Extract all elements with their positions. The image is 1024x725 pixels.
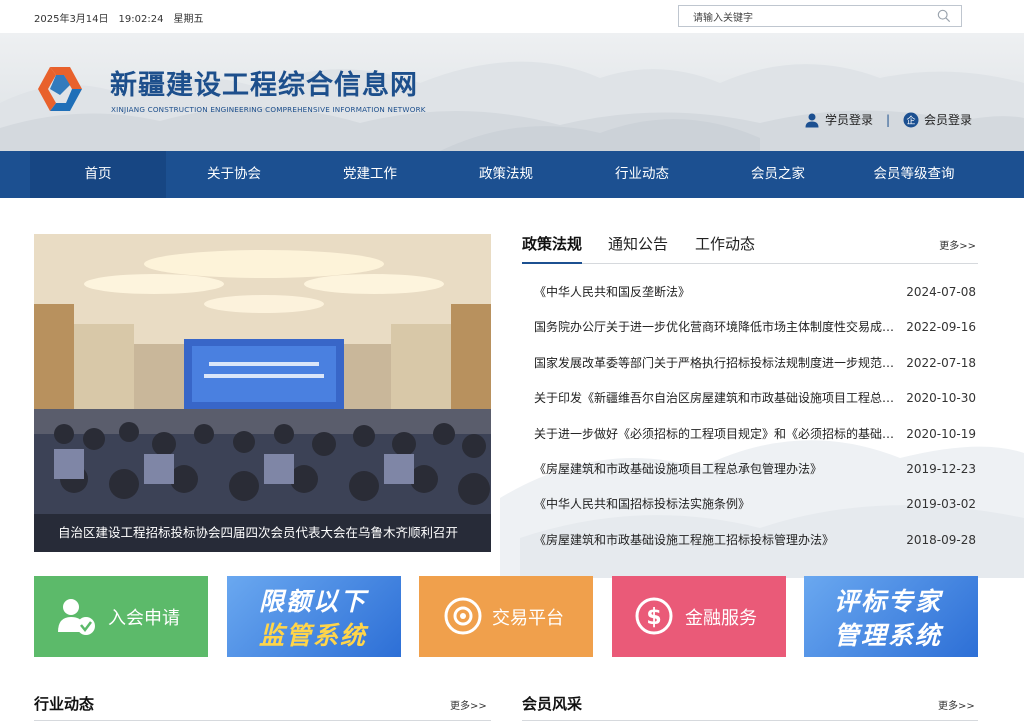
weekday-text: 星期五 bbox=[173, 14, 204, 25]
member-login-link[interactable]: 企 会员登录 bbox=[903, 111, 972, 128]
news-title: 关于印发《新疆维吾尔自治区房屋建筑和市政基础设施项目工程总承包管理办法》的通知 bbox=[534, 391, 900, 406]
dollar-icon: $ bbox=[635, 597, 673, 635]
time-text: 19:02:24 bbox=[118, 14, 164, 25]
tab-policy[interactable]: 政策法规 bbox=[522, 234, 583, 264]
site-title: 新疆建设工程综合信息网 bbox=[110, 70, 418, 101]
trading-platform-card[interactable]: 交易平台 bbox=[419, 576, 593, 657]
svg-text:企: 企 bbox=[906, 114, 915, 126]
news-date: 2020-10-30 bbox=[906, 391, 976, 406]
nav-about[interactable]: 关于协会 bbox=[166, 151, 302, 198]
members-more-link[interactable]: 更多>> bbox=[938, 697, 975, 712]
svg-text:$: $ bbox=[646, 605, 661, 630]
nav-members-home[interactable]: 会员之家 bbox=[710, 151, 846, 198]
trading-platform-label: 交易平台 bbox=[492, 608, 564, 629]
slider-caption[interactable]: 自治区建设工程招标投标协会四届四次会员代表大会在乌鲁木齐顺利召开 bbox=[34, 514, 491, 552]
news-date: 2024-07-08 bbox=[906, 285, 976, 299]
news-item[interactable]: 《中华人民共和国反垄断法》 2024-07-08 bbox=[522, 275, 978, 310]
news-item[interactable]: 关于印发《新疆维吾尔自治区房屋建筑和市政基础设施项目工程总承包管理办法》的通知 2… bbox=[522, 381, 978, 416]
news-item[interactable]: 国务院办公厅关于进一步优化营商环境降低市场主体制度性交易成本的意见 2022-09… bbox=[522, 310, 978, 345]
financial-services-label: 金融服务 bbox=[685, 608, 757, 629]
news-title: 关于进一步做好《必须招标的工程项目规定》和《必须招标的基础设施和公用事业项目范围… bbox=[534, 426, 900, 441]
news-slider-image[interactable]: 自治区建设工程招标投标协会四届四次会员代表大会在乌鲁木齐顺利召开 bbox=[34, 234, 491, 552]
news-item[interactable]: 关于进一步做好《必须招标的工程项目规定》和《必须招标的基础设施和公用事业项目范围… bbox=[522, 417, 978, 452]
member-showcase-title: 会员风采 bbox=[522, 695, 583, 713]
login-separator: | bbox=[886, 113, 891, 127]
date-text: 2025年3月14日 bbox=[34, 14, 109, 25]
quick-entry-cards: 入会申请 限额以下 监管系统 交易平台 $ 金融服务 评标专家 管理系统 bbox=[34, 576, 978, 657]
member-join-icon bbox=[58, 599, 95, 635]
student-login-link[interactable]: 学员登录 bbox=[804, 111, 873, 128]
news-title: 《房屋建筑和市政基础设施项目工程总承包管理办法》 bbox=[534, 461, 823, 476]
user-icon bbox=[805, 113, 819, 127]
financial-services-card[interactable]: $ 金融服务 bbox=[612, 576, 786, 657]
tab-work-news[interactable]: 工作动态 bbox=[695, 234, 755, 254]
expert-line1: 评标专家 bbox=[834, 587, 943, 616]
news-item[interactable]: 国家发展改革委等部门关于严格执行招标投标法规制度进一步规范招标投标主体行为的若干… bbox=[522, 346, 978, 381]
tab-notices[interactable]: 通知公告 bbox=[608, 234, 668, 254]
trade-icon bbox=[444, 597, 482, 635]
nav-member-level[interactable]: 会员等级查询 bbox=[846, 151, 982, 198]
supervision-line2: 监管系统 bbox=[259, 621, 368, 650]
news-date: 2019-12-23 bbox=[906, 461, 976, 476]
supervision-system-card[interactable]: 限额以下 监管系统 bbox=[227, 576, 401, 657]
top-bar: 2025年3月14日 19:02:24 星期五 bbox=[0, 0, 1024, 33]
news-item[interactable]: 《中华人民共和国招标投标法实施条例》 2019-03-02 bbox=[522, 487, 978, 522]
news-item[interactable]: 《房屋建筑和市政基础设施项目工程总承包管理办法》 2019-12-23 bbox=[522, 452, 978, 487]
site-subtitle: XINJIANG CONSTRUCTION ENGINEERING COMPRE… bbox=[111, 105, 426, 114]
industry-divider bbox=[34, 720, 491, 721]
news-date: 2018-09-28 bbox=[906, 532, 976, 547]
news-item[interactable]: 《房屋建筑和市政基础设施工程施工招标投标管理办法》 2018-09-28 bbox=[522, 523, 978, 558]
news-tabs: 政策法规 通知公告 工作动态 更多>> bbox=[522, 234, 978, 264]
search-icon[interactable] bbox=[937, 9, 951, 23]
members-divider bbox=[522, 720, 978, 721]
member-login-label: 会员登录 bbox=[924, 113, 973, 127]
join-application-card[interactable]: 入会申请 bbox=[34, 576, 208, 657]
expert-system-card[interactable]: 评标专家 管理系统 bbox=[804, 576, 978, 657]
member-badge-icon: 企 bbox=[903, 112, 919, 127]
site-header: 新疆建设工程综合信息网 XINJIANG CONSTRUCTION ENGINE… bbox=[0, 33, 1024, 151]
news-date: 2022-09-16 bbox=[906, 320, 976, 335]
news-date: 2022-07-18 bbox=[906, 355, 976, 370]
nav-industry[interactable]: 行业动态 bbox=[574, 151, 710, 198]
search-input[interactable] bbox=[679, 8, 919, 29]
news-title: 《中华人民共和国反垄断法》 bbox=[534, 285, 691, 299]
search-box bbox=[678, 5, 962, 29]
join-application-label: 入会申请 bbox=[108, 608, 180, 629]
expert-line2: 管理系统 bbox=[834, 621, 943, 650]
news-list: 《中华人民共和国反垄断法》 2024-07-08 国务院办公厅关于进一步优化营商环… bbox=[522, 275, 978, 558]
datetime: 2025年3月14日 19:02:24 星期五 bbox=[34, 10, 213, 25]
news-more-link[interactable]: 更多>> bbox=[939, 237, 976, 252]
news-date: 2020-10-19 bbox=[906, 426, 976, 441]
nav-home[interactable]: 首页 bbox=[30, 151, 166, 198]
conference-photo bbox=[34, 234, 491, 552]
industry-more-link[interactable]: 更多>> bbox=[450, 697, 487, 712]
nav-policy[interactable]: 政策法规 bbox=[438, 151, 574, 198]
news-title: 《房屋建筑和市政基础设施工程施工招标投标管理办法》 bbox=[534, 532, 835, 547]
industry-news-title: 行业动态 bbox=[34, 695, 95, 713]
news-title: 国务院办公厅关于进一步优化营商环境降低市场主体制度性交易成本的意见 bbox=[534, 320, 900, 335]
supervision-line1: 限额以下 bbox=[259, 587, 368, 616]
news-date: 2019-03-02 bbox=[906, 497, 976, 512]
nav-party[interactable]: 党建工作 bbox=[302, 151, 438, 198]
news-title: 国家发展改革委等部门关于严格执行招标投标法规制度进一步规范招标投标主体行为的若干… bbox=[534, 355, 900, 370]
news-title: 《中华人民共和国招标投标法实施条例》 bbox=[534, 497, 751, 512]
main-nav: 首页 关于协会 党建工作 政策法规 行业动态 会员之家 会员等级查询 bbox=[0, 151, 1024, 198]
logo-icon bbox=[38, 67, 82, 111]
student-login-label: 学员登录 bbox=[825, 113, 874, 127]
